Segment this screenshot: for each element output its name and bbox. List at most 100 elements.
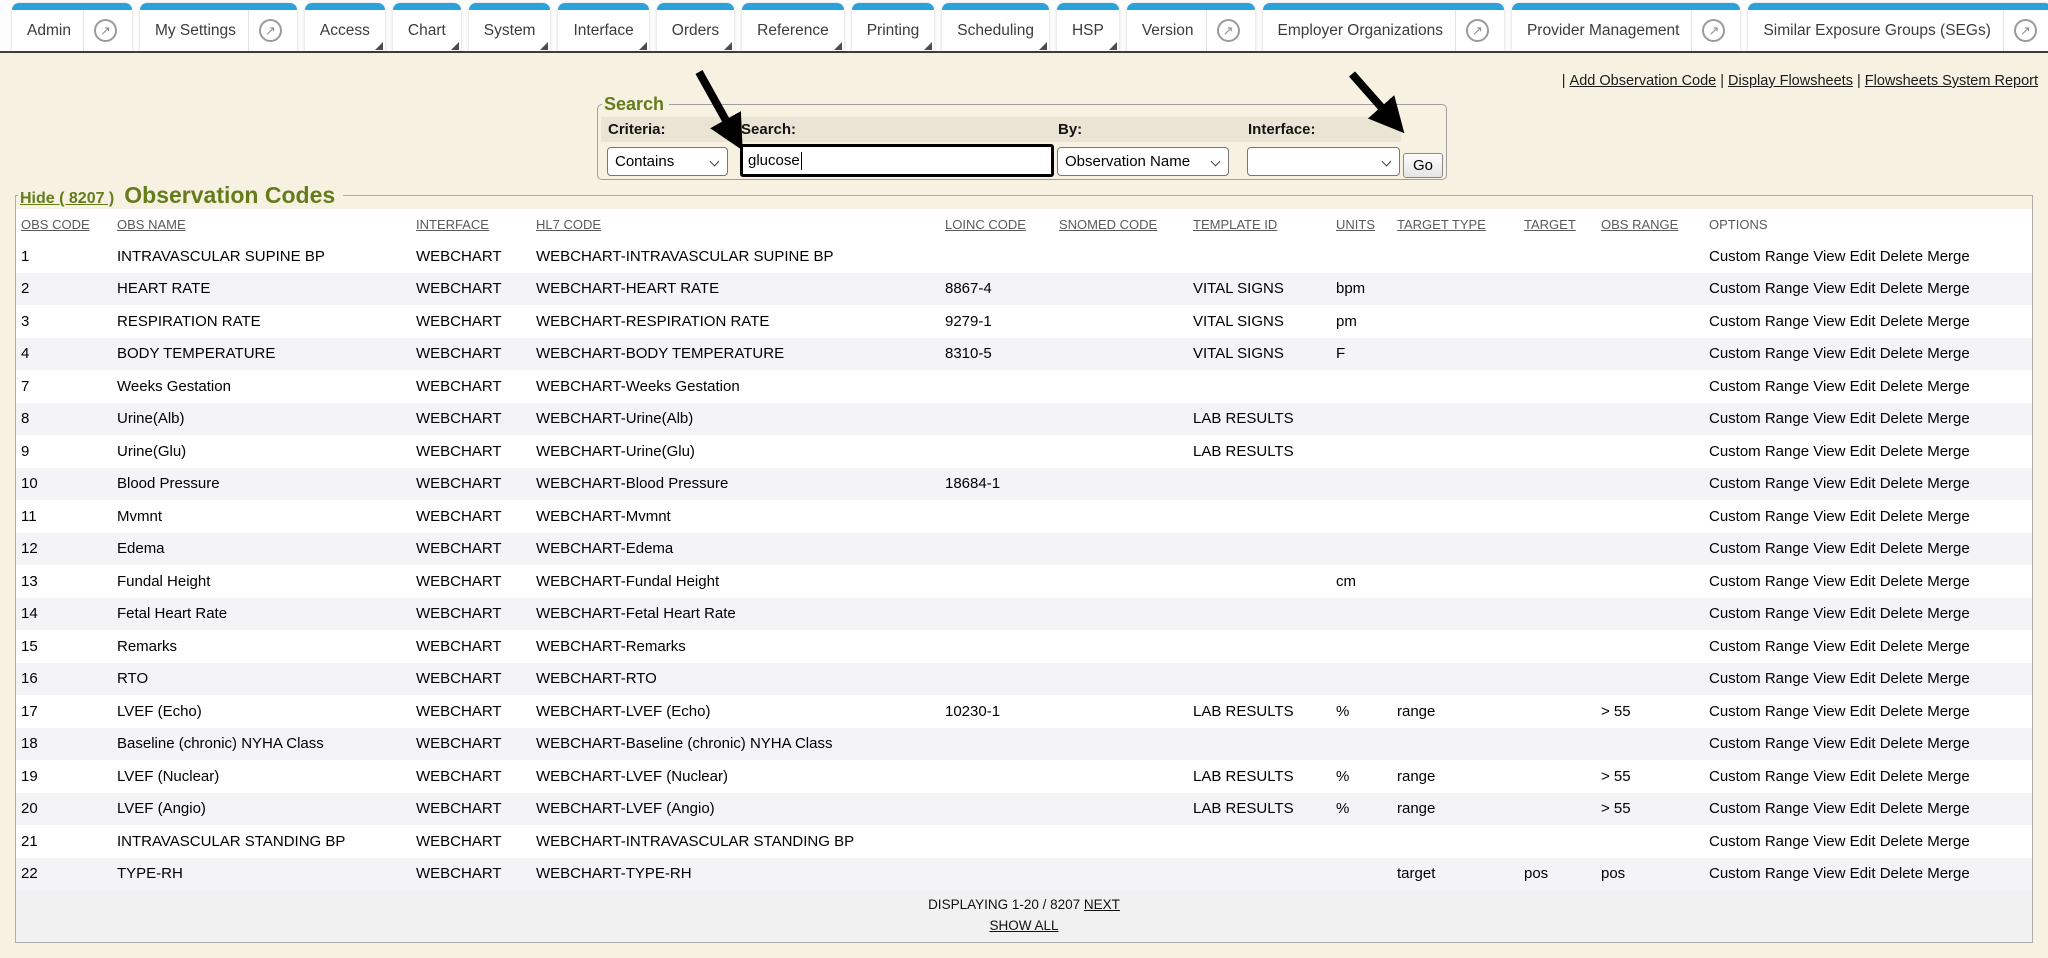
hide-count-link[interactable]: Hide ( 8207 ) xyxy=(20,190,114,208)
tab-printing[interactable]: Printing xyxy=(852,3,935,51)
action-link-flowsheets-system-report[interactable]: Flowsheets System Report xyxy=(1865,73,2038,89)
option-link-view[interactable]: View xyxy=(1813,768,1845,785)
option-link-view[interactable]: View xyxy=(1813,865,1845,882)
option-link-custom-range[interactable]: Custom Range xyxy=(1709,768,1809,785)
option-link-view[interactable]: View xyxy=(1813,248,1845,265)
option-link-custom-range[interactable]: Custom Range xyxy=(1709,443,1809,460)
option-link-edit[interactable]: Edit xyxy=(1850,703,1876,720)
option-link-custom-range[interactable]: Custom Range xyxy=(1709,865,1809,882)
option-link-delete[interactable]: Delete xyxy=(1880,410,1923,427)
option-link-edit[interactable]: Edit xyxy=(1850,508,1876,525)
show-all-link[interactable]: SHOW ALL xyxy=(989,918,1058,933)
by-select[interactable]: Observation Name xyxy=(1057,147,1229,176)
option-link-delete[interactable]: Delete xyxy=(1880,280,1923,297)
option-link-custom-range[interactable]: Custom Range xyxy=(1709,735,1809,752)
option-link-view[interactable]: View xyxy=(1813,508,1845,525)
option-link-merge[interactable]: Merge xyxy=(1927,410,1970,427)
option-link-merge[interactable]: Merge xyxy=(1927,800,1970,817)
external-link-icon[interactable]: ↗ xyxy=(2014,19,2037,42)
option-link-view[interactable]: View xyxy=(1813,703,1845,720)
action-link-add-observation-code[interactable]: Add Observation Code xyxy=(1570,73,1717,89)
option-link-edit[interactable]: Edit xyxy=(1850,670,1876,687)
option-link-view[interactable]: View xyxy=(1813,800,1845,817)
column-header-snomed-code[interactable]: SNOMED CODE xyxy=(1054,209,1188,240)
external-link-icon[interactable]: ↗ xyxy=(1217,19,1240,42)
option-link-delete[interactable]: Delete xyxy=(1880,248,1923,265)
option-link-view[interactable]: View xyxy=(1813,670,1845,687)
option-link-delete[interactable]: Delete xyxy=(1880,670,1923,687)
option-link-view[interactable]: View xyxy=(1813,345,1845,362)
action-link-display-flowsheets[interactable]: Display Flowsheets xyxy=(1728,73,1853,89)
column-header-target[interactable]: TARGET xyxy=(1519,209,1596,240)
option-link-edit[interactable]: Edit xyxy=(1850,768,1876,785)
option-link-edit[interactable]: Edit xyxy=(1850,573,1876,590)
column-header-template-id[interactable]: TEMPLATE ID xyxy=(1188,209,1331,240)
option-link-merge[interactable]: Merge xyxy=(1927,475,1970,492)
tab-hsp[interactable]: HSP xyxy=(1057,3,1119,51)
option-link-custom-range[interactable]: Custom Range xyxy=(1709,475,1809,492)
tab-provider-management[interactable]: Provider Management↗ xyxy=(1512,3,1741,51)
option-link-merge[interactable]: Merge xyxy=(1927,735,1970,752)
option-link-custom-range[interactable]: Custom Range xyxy=(1709,248,1809,265)
tab-interface[interactable]: Interface xyxy=(558,3,648,51)
option-link-delete[interactable]: Delete xyxy=(1880,800,1923,817)
option-link-view[interactable]: View xyxy=(1813,573,1845,590)
option-link-delete[interactable]: Delete xyxy=(1880,638,1923,655)
option-link-view[interactable]: View xyxy=(1813,833,1845,850)
option-link-view[interactable]: View xyxy=(1813,410,1845,427)
option-link-merge[interactable]: Merge xyxy=(1927,378,1970,395)
option-link-edit[interactable]: Edit xyxy=(1850,540,1876,557)
option-link-edit[interactable]: Edit xyxy=(1850,345,1876,362)
option-link-edit[interactable]: Edit xyxy=(1850,378,1876,395)
tab-employer-organizations[interactable]: Employer Organizations↗ xyxy=(1263,3,1504,51)
tab-version[interactable]: Version↗ xyxy=(1127,3,1255,51)
option-link-view[interactable]: View xyxy=(1813,540,1845,557)
option-link-edit[interactable]: Edit xyxy=(1850,833,1876,850)
column-header-loinc-code[interactable]: LOINC CODE xyxy=(940,209,1054,240)
next-page-link[interactable]: NEXT xyxy=(1084,897,1120,912)
option-link-edit[interactable]: Edit xyxy=(1850,638,1876,655)
interface-select[interactable] xyxy=(1247,147,1400,176)
option-link-edit[interactable]: Edit xyxy=(1850,443,1876,460)
tab-my-settings[interactable]: My Settings↗ xyxy=(140,3,297,51)
option-link-delete[interactable]: Delete xyxy=(1880,443,1923,460)
option-link-delete[interactable]: Delete xyxy=(1880,703,1923,720)
option-link-custom-range[interactable]: Custom Range xyxy=(1709,703,1809,720)
option-link-custom-range[interactable]: Custom Range xyxy=(1709,833,1809,850)
tab-chart[interactable]: Chart xyxy=(393,3,461,51)
option-link-merge[interactable]: Merge xyxy=(1927,280,1970,297)
option-link-delete[interactable]: Delete xyxy=(1880,540,1923,557)
option-link-delete[interactable]: Delete xyxy=(1880,378,1923,395)
option-link-view[interactable]: View xyxy=(1813,313,1845,330)
option-link-view[interactable]: View xyxy=(1813,280,1845,297)
option-link-merge[interactable]: Merge xyxy=(1927,638,1970,655)
option-link-custom-range[interactable]: Custom Range xyxy=(1709,573,1809,590)
tab-orders[interactable]: Orders xyxy=(657,3,734,51)
option-link-merge[interactable]: Merge xyxy=(1927,313,1970,330)
column-header-obs-range[interactable]: OBS RANGE xyxy=(1596,209,1704,240)
option-link-delete[interactable]: Delete xyxy=(1880,345,1923,362)
option-link-edit[interactable]: Edit xyxy=(1850,800,1876,817)
option-link-custom-range[interactable]: Custom Range xyxy=(1709,670,1809,687)
tab-access[interactable]: Access xyxy=(305,3,385,51)
column-header-units[interactable]: UNITS xyxy=(1331,209,1392,240)
option-link-custom-range[interactable]: Custom Range xyxy=(1709,378,1809,395)
tab-admin[interactable]: Admin↗ xyxy=(12,3,132,51)
option-link-merge[interactable]: Merge xyxy=(1927,865,1970,882)
option-link-custom-range[interactable]: Custom Range xyxy=(1709,508,1809,525)
option-link-view[interactable]: View xyxy=(1813,605,1845,622)
option-link-merge[interactable]: Merge xyxy=(1927,248,1970,265)
tab-system[interactable]: System xyxy=(469,3,551,51)
option-link-custom-range[interactable]: Custom Range xyxy=(1709,800,1809,817)
option-link-merge[interactable]: Merge xyxy=(1927,605,1970,622)
option-link-delete[interactable]: Delete xyxy=(1880,833,1923,850)
external-link-icon[interactable]: ↗ xyxy=(1702,19,1725,42)
tab-reference[interactable]: Reference xyxy=(742,3,844,51)
external-link-icon[interactable]: ↗ xyxy=(1466,19,1489,42)
option-link-merge[interactable]: Merge xyxy=(1927,833,1970,850)
column-header-obs-name[interactable]: OBS NAME xyxy=(112,209,411,240)
option-link-edit[interactable]: Edit xyxy=(1850,410,1876,427)
option-link-merge[interactable]: Merge xyxy=(1927,768,1970,785)
option-link-view[interactable]: View xyxy=(1813,443,1845,460)
option-link-edit[interactable]: Edit xyxy=(1850,280,1876,297)
